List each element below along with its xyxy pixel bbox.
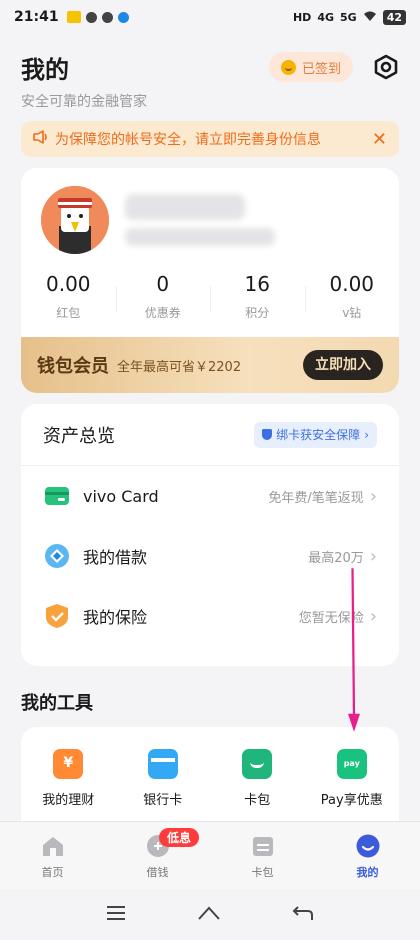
assets-card: 资产总览 绑卡获安全保障 › vivo Card 免年费/笔笔返现 › 我的借款… [21,404,399,666]
asset-name: vivo Card [83,486,159,506]
hd-icon: HD [292,10,312,24]
chevron-right-icon: › [369,545,377,567]
asset-row-insurance[interactable]: 我的保险 您暂无保险 › [21,586,399,646]
tab-label: 首页 [41,866,64,879]
stat-coupon[interactable]: 0 优惠券 [115,272,211,321]
stat-value: 0.00 [329,272,375,296]
stat-label: 积分 [245,306,270,320]
stat-v-diamond[interactable]: 0.00 v钻 [304,272,400,321]
signal-icon: 4G [317,10,334,24]
stat-value: 16 [244,272,270,296]
asset-name: 我的借款 [83,548,148,567]
tool-label: 卡包 [244,793,271,808]
tab-home[interactable]: 首页 [0,822,105,889]
tool-label: 银行卡 [143,793,183,808]
tool-wealth[interactable]: ¥ 我的理财 [21,727,116,821]
speaker-icon [33,130,49,148]
signal-icon: 5G [340,10,357,24]
tools-title: 我的工具 [21,693,93,714]
chevron-right-icon: › [369,605,377,627]
tab-label: 卡包 [251,866,274,879]
join-vip-button[interactable]: 立即加入 [303,350,383,380]
tab-card-wallet[interactable]: 卡包 [210,822,315,889]
app-notification-icon [117,11,129,23]
status-bar: 21:41 HD 4G 5G 42 [0,0,420,34]
app-notification-icon [66,11,81,23]
tool-label: 我的理财 [42,793,95,808]
tab-borrow[interactable]: 低息 借钱 [105,822,210,889]
profile-card: 0.00 红包 0 优惠券 16 积分 0.00 v钻 钱包会员 全年最高可省￥… [21,168,399,393]
tab-mine[interactable]: 我的 [315,822,420,889]
identity-notice-banner[interactable]: 为保障您的帐号安全，请立即完善身份信息 ✕ [21,121,399,157]
stat-value: 0.00 [45,272,91,296]
notification-icons [66,11,129,23]
tool-bank-card[interactable]: 银行卡 [116,727,211,821]
vip-banner[interactable]: 钱包会员 全年最高可省￥2202 立即加入 [21,337,399,393]
avatar[interactable] [41,186,109,254]
stat-label: v钻 [342,306,362,320]
status-right: HD 4G 5G 42 [292,9,406,25]
close-icon[interactable]: ✕ [372,129,387,150]
card-wallet-icon [242,749,273,779]
signin-button[interactable]: 已签到 [268,52,353,82]
asset-name: 我的保险 [83,608,148,627]
status-time: 21:41 [14,9,59,25]
chevron-right-icon: › [364,427,369,442]
assets-header: 资产总览 绑卡获安全保障 › [21,404,399,466]
card-icon [43,484,71,508]
bind-card-button[interactable]: 绑卡获安全保障 › [254,421,377,448]
insurance-icon [43,604,71,628]
stat-points[interactable]: 16 积分 [210,272,305,321]
tab-label: 借钱 [146,866,169,879]
stat-value: 0 [156,272,170,296]
coin-icon [280,59,296,75]
profile-icon [356,834,380,858]
shield-icon [262,429,273,440]
annotation-arrow-icon [348,568,360,732]
home-nav-icon[interactable] [197,905,221,925]
stat-red-packet[interactable]: 0.00 红包 [21,272,116,321]
user-info-placeholder [125,228,275,246]
tab-label: 我的 [356,866,379,879]
notice-text: 为保障您的帐号安全，请立即完善身份信息 [55,132,321,148]
app-notification-icon [101,11,113,23]
bind-card-label: 绑卡获安全保障 [276,428,361,442]
battery-icon: 42 [382,9,406,25]
vip-desc: 全年最高可省￥2202 [117,359,242,375]
tool-card-wallet[interactable]: 卡包 [210,727,305,821]
asset-hint: 免年费/笔笔返现 [268,490,364,506]
bank-card-icon [147,749,178,779]
asset-row-loan[interactable]: 我的借款 最高20万 › [21,526,399,586]
tools-grid: ¥ 我的理财 银行卡 卡包 pay Pay享优惠 [21,727,399,821]
assets-title: 资产总览 [43,425,115,447]
wifi-icon [363,10,377,25]
page-header: 我的 安全可靠的金融管家 已签到 [21,50,399,110]
stat-label: 优惠券 [144,306,181,320]
card-wallet-icon [251,834,275,858]
app-notification-icon [85,11,97,23]
vip-title: 钱包会员 [37,356,109,377]
back-icon[interactable] [292,904,314,926]
loan-icon [43,544,71,568]
bottom-tab-bar: 首页 低息 借钱 卡包 我的 [0,821,420,889]
system-nav-bar [0,889,420,940]
stat-label: 红包 [56,306,81,320]
settings-gear-icon[interactable] [373,54,399,80]
username-placeholder [125,194,245,220]
chevron-right-icon: › [369,485,377,507]
low-interest-badge: 低息 [159,828,200,847]
signin-label: 已签到 [301,61,341,77]
tool-label: Pay享优惠 [320,793,383,808]
wealth-icon: ¥ [53,749,84,779]
page-subtitle: 安全可靠的金融管家 [21,94,147,110]
menu-icon[interactable] [106,905,126,925]
stats-row: 0.00 红包 0 优惠券 16 积分 0.00 v钻 [21,272,399,321]
asset-row-vivo-card[interactable]: vivo Card 免年费/笔笔返现 › [21,466,399,526]
home-icon [41,834,65,858]
